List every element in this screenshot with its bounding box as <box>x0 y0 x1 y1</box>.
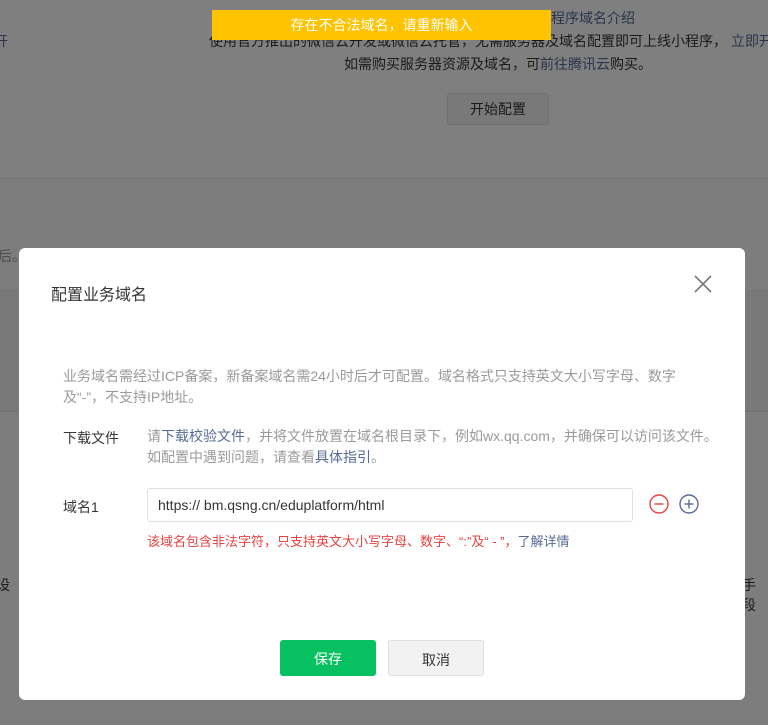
error-text: 该域名包含非法字符，只支持英文大小写字母、数字、“:”及“ - ”， <box>147 534 518 549</box>
error-toast: 存在不合法域名，请重新输入 <box>212 10 551 40</box>
download-suffix: 。 <box>371 449 385 465</box>
domain-error-message: 该域名包含非法字符，只支持英文大小写字母、数字、“:”及“ - ”，了解详情 <box>147 531 570 550</box>
download-file-label: 下载文件 <box>63 430 119 446</box>
cancel-button[interactable]: 取消 <box>388 640 484 676</box>
download-prefix: 请 <box>147 428 161 444</box>
minus-circle-icon[interactable] <box>649 494 669 514</box>
download-verify-file-link[interactable]: 下载校验文件 <box>161 428 245 444</box>
save-button[interactable]: 保存 <box>280 640 376 676</box>
download-instructions: 请下载校验文件，并将文件放置在域名根目录下，例如wx.qq.com，并确保可以访… <box>147 426 727 468</box>
dialog-title: 配置业务域名 <box>51 287 148 304</box>
plus-circle-icon[interactable] <box>679 494 699 514</box>
guide-link[interactable]: 具体指引 <box>315 449 371 465</box>
domain-rules-hint: 业务域名需经过ICP备案，新备案域名需24小时后才可配置。域名格式只支持英文大小… <box>63 368 676 405</box>
close-icon[interactable] <box>691 272 715 296</box>
business-domain-dialog: 配置业务域名 业务域名需经过ICP备案，新备案域名需24小时后才可配置。域名格式… <box>19 248 745 700</box>
domain-1-label: 域名1 <box>63 499 99 515</box>
domain-1-input[interactable] <box>147 488 633 522</box>
learn-more-link[interactable]: 了解详情 <box>517 534 569 549</box>
